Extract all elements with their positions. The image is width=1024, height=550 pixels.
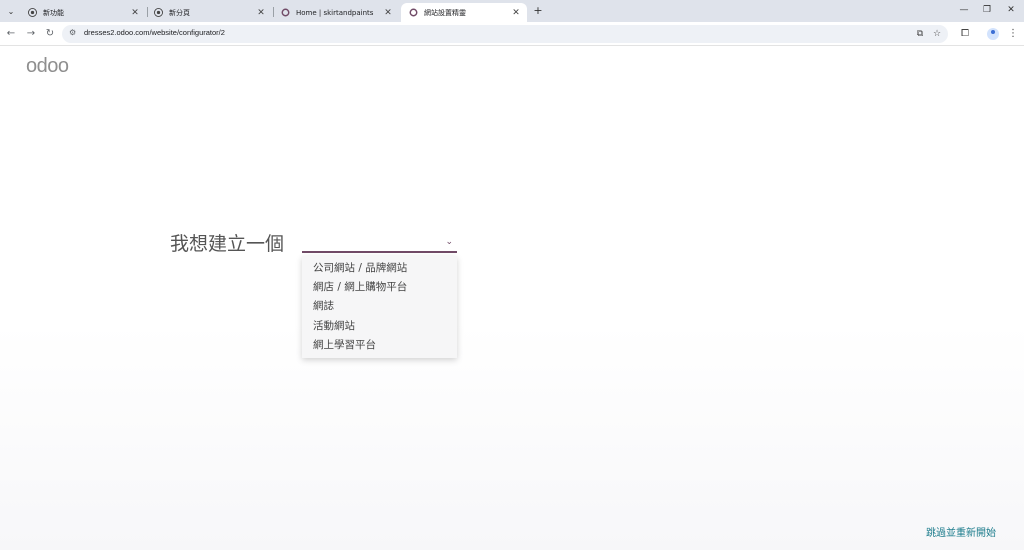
url-text: dresses2.odoo.com/website/configurator/2 bbox=[84, 28, 225, 37]
profile-avatar-icon[interactable] bbox=[987, 28, 999, 40]
website-type-select[interactable]: ⌄ bbox=[302, 235, 457, 253]
more-menu-icon[interactable]: ⋮ bbox=[1006, 27, 1020, 41]
tab-strip: ⌄ 新功能 ✕ 新分頁 ✕ Home | skirtandpaints ✕ 網站… bbox=[0, 0, 1024, 22]
tab-title: 新分頁 bbox=[169, 8, 190, 17]
dropdown-option-company[interactable]: 公司網站 / 品牌網站 bbox=[302, 259, 457, 278]
window-close-icon[interactable]: ✕ bbox=[1003, 3, 1019, 17]
chrome-icon bbox=[28, 8, 37, 17]
close-icon[interactable]: ✕ bbox=[256, 8, 266, 18]
skip-and-restart-link[interactable]: 跳過並重新開始 bbox=[926, 524, 996, 539]
tab-search-button[interactable]: ⌄ bbox=[4, 4, 18, 18]
new-tab-button[interactable]: + bbox=[531, 4, 545, 18]
tab-1[interactable]: 新分頁 ✕ bbox=[146, 3, 272, 22]
restore-icon[interactable]: ❐ bbox=[979, 3, 995, 17]
tab-title: 新功能 bbox=[43, 8, 64, 17]
chevron-down-icon: ⌄ bbox=[7, 6, 15, 16]
browser-toolbar: ← → ↻ ⚙ dresses2.odoo.com/website/config… bbox=[0, 22, 1024, 46]
tab-3-active[interactable]: 網站設置精靈 ✕ bbox=[401, 3, 527, 22]
website-type-dropdown: 公司網站 / 品牌網站 網店 / 網上購物平台 網誌 活動網站 網上學習平台 bbox=[302, 256, 457, 358]
odoo-logo: odoo bbox=[26, 55, 69, 78]
extensions-icon[interactable]: ⧠ bbox=[958, 27, 972, 41]
back-arrow-icon[interactable]: ← bbox=[4, 27, 18, 41]
configurator-page: odoo 我想建立一個 ⌄ 公司網站 / 品牌網站 網店 / 網上購物平台 網誌… bbox=[0, 47, 1024, 550]
tab-2[interactable]: Home | skirtandpaints ✕ bbox=[273, 3, 399, 22]
dropdown-option-blog[interactable]: 網誌 bbox=[302, 297, 457, 316]
dropdown-option-elearning[interactable]: 網上學習平台 bbox=[302, 336, 457, 355]
install-app-icon[interactable]: ⧉ bbox=[914, 28, 926, 40]
chevron-down-icon: ⌄ bbox=[445, 237, 453, 247]
dropdown-option-event[interactable]: 活動網站 bbox=[302, 317, 457, 336]
dropdown-option-shop[interactable]: 網店 / 網上購物平台 bbox=[302, 278, 457, 297]
tab-title: Home | skirtandpaints bbox=[296, 8, 374, 17]
address-bar[interactable]: ⚙ dresses2.odoo.com/website/configurator… bbox=[62, 25, 948, 43]
bookmark-star-icon[interactable]: ☆ bbox=[931, 28, 943, 40]
close-icon[interactable]: ✕ bbox=[130, 8, 140, 18]
tab-0[interactable]: 新功能 ✕ bbox=[20, 3, 146, 22]
odoo-icon bbox=[409, 8, 418, 17]
close-icon[interactable]: ✕ bbox=[383, 8, 393, 18]
site-settings-icon[interactable]: ⚙ bbox=[69, 28, 76, 37]
odoo-icon bbox=[281, 8, 290, 17]
logo-text: odoo bbox=[26, 55, 69, 77]
chrome-icon bbox=[154, 8, 163, 17]
forward-arrow-icon[interactable]: → bbox=[24, 27, 38, 41]
website-type-question: 我想建立一個 bbox=[170, 233, 285, 255]
tab-title: 網站設置精靈 bbox=[424, 8, 466, 17]
reload-icon[interactable]: ↻ bbox=[43, 27, 57, 41]
minimize-icon[interactable]: — bbox=[956, 3, 972, 17]
close-icon[interactable]: ✕ bbox=[511, 8, 521, 18]
